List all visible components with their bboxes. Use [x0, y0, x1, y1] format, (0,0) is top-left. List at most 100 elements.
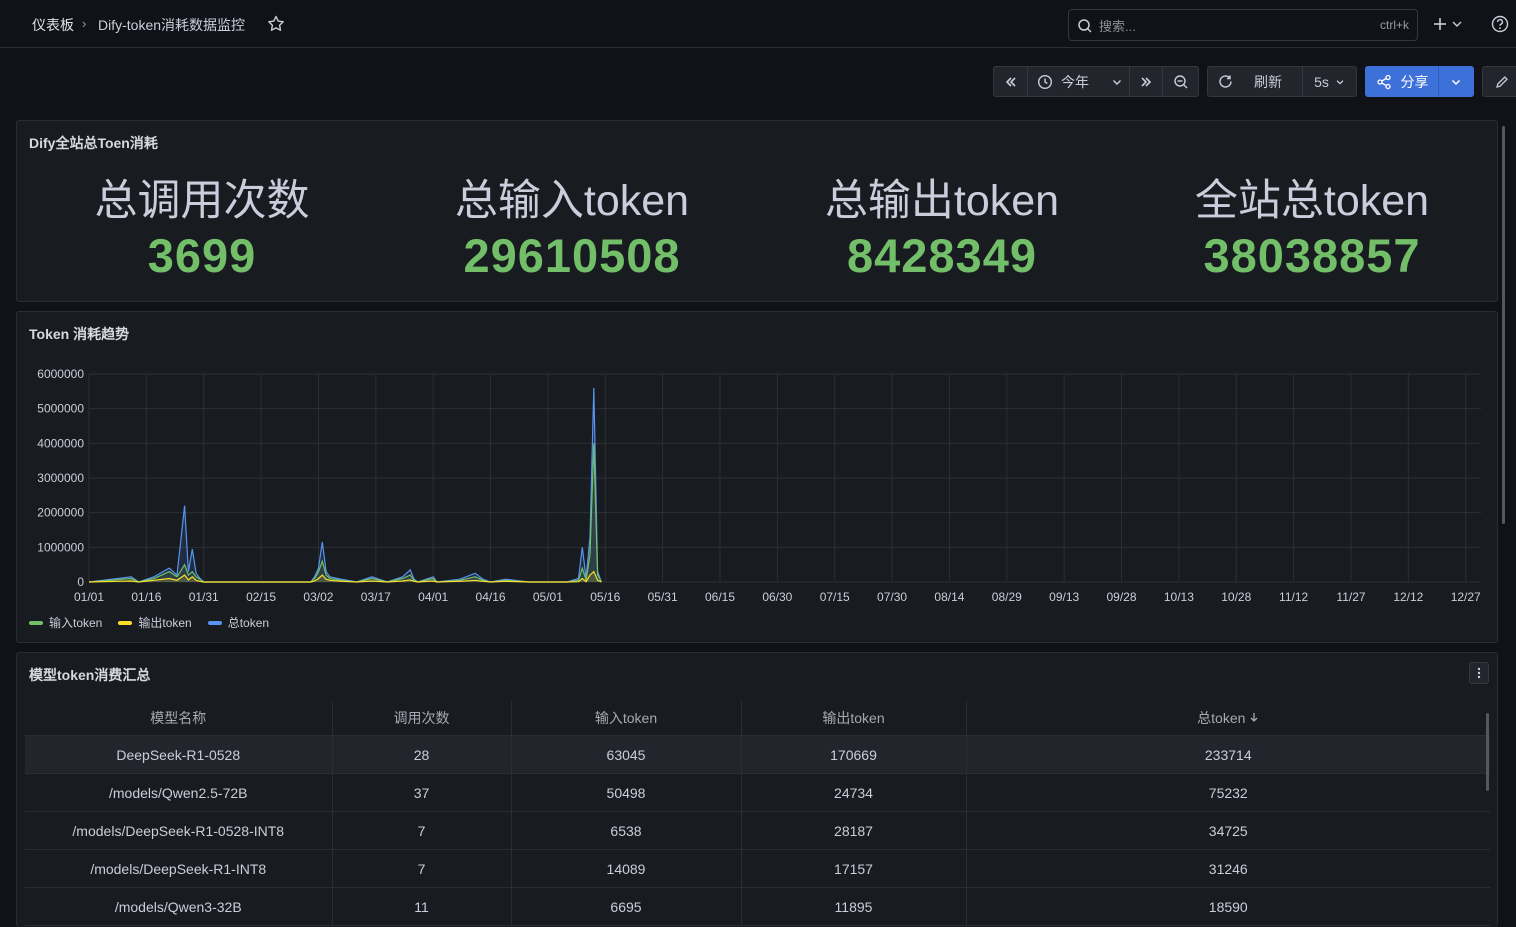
- table-cell: 6695: [511, 887, 742, 926]
- x-tick-label: 07/30: [877, 590, 907, 604]
- column-header[interactable]: 输出token: [741, 701, 967, 736]
- stat-value: 8428349: [847, 229, 1037, 282]
- legend-label: 输出token: [138, 616, 192, 630]
- refresh-label: 刷新: [1254, 73, 1282, 90]
- legend-item-input[interactable]: 输入token: [29, 614, 102, 631]
- table-cell: 28: [332, 735, 512, 774]
- table-cell: 17157: [741, 849, 967, 888]
- x-tick-label: 04/01: [418, 590, 448, 604]
- table-cell: 24734: [741, 773, 967, 812]
- table-row[interactable]: /models/Qwen3-32B 11 6695 11895 18590: [25, 887, 1490, 926]
- table-cell: 11895: [741, 887, 967, 926]
- model-token-table-panel: 模型token消费汇总 模型名称 调用次数 输入token 输出token 总t…: [16, 652, 1498, 927]
- x-tick-label: 08/29: [992, 590, 1022, 604]
- zoom-out-icon: [1173, 74, 1187, 88]
- star-icon[interactable]: [266, 14, 286, 34]
- series-line-total: [88, 387, 602, 583]
- x-tick-label: 03/02: [303, 590, 333, 604]
- x-tick-label: 06/15: [705, 590, 735, 604]
- x-tick-label: 10/28: [1221, 590, 1251, 604]
- breadcrumb-home[interactable]: 仪表板: [32, 15, 74, 35]
- time-range-label: 今年: [1061, 73, 1089, 90]
- series-line-total-area: [89, 387, 602, 582]
- search-input[interactable]: [1097, 14, 1351, 38]
- page-title: Dify-token消耗数据监控: [98, 17, 246, 33]
- x-tick-label: 11/27: [1336, 590, 1365, 604]
- stat-total-calls: 总调用次数 3699: [17, 175, 387, 285]
- table-cell: 6538: [511, 811, 742, 850]
- y-tick-label: 0: [77, 575, 84, 589]
- x-tick-label: 09/13: [1049, 590, 1079, 604]
- x-tick-label: 10/13: [1164, 590, 1194, 604]
- time-shift-forward-button[interactable]: [1129, 66, 1163, 97]
- column-header-sorted[interactable]: 总token: [966, 701, 1490, 736]
- table-row[interactable]: /models/DeepSeek-R1-0528-INT8 7 6538 281…: [25, 811, 1490, 850]
- column-header[interactable]: 模型名称: [25, 701, 333, 736]
- x-tick-label: 04/16: [476, 590, 506, 604]
- zoom-out-button[interactable]: [1162, 66, 1199, 97]
- table-row[interactable]: DeepSeek-R1-0528 28 63045 170669 233714: [25, 735, 1490, 774]
- more-vertical-icon: [1477, 667, 1481, 679]
- clock-icon: [1037, 74, 1053, 89]
- page-scrollbar[interactable]: [1502, 126, 1505, 524]
- stat-value: 38038857: [1203, 229, 1421, 282]
- x-tick-label: 05/31: [648, 590, 678, 604]
- legend-swatch: [29, 620, 43, 625]
- x-tick-label: 11/12: [1279, 590, 1308, 604]
- legend-label: 输入token: [49, 616, 103, 630]
- breadcrumb-separator: ›: [82, 16, 87, 31]
- add-new-button[interactable]: [1426, 12, 1470, 36]
- refresh-interval-picker[interactable]: 5s: [1302, 66, 1357, 97]
- refresh-button[interactable]: 刷新: [1207, 66, 1303, 97]
- model-token-table: 模型名称 调用次数 输入token 输出token 总token DeepSee…: [25, 701, 1490, 926]
- stat-total-output-token: 总输出token 8428349: [757, 175, 1127, 285]
- table-scrollbar[interactable]: [1486, 713, 1489, 791]
- table-cell: /models/DeepSeek-R1-0528-INT8: [25, 811, 333, 850]
- legend-label: 总token: [227, 616, 270, 630]
- search-box[interactable]: ctrl+k: [1068, 9, 1418, 41]
- table-cell: 63045: [511, 735, 742, 774]
- table-cell: 170669: [741, 735, 967, 774]
- stat-value: 29610508: [463, 229, 681, 282]
- share-dropdown-button[interactable]: [1438, 66, 1474, 97]
- table-row[interactable]: /models/Qwen2.5-72B 37 50498 24734 75232: [25, 773, 1490, 812]
- column-header[interactable]: 输入token: [511, 701, 742, 736]
- time-shift-back-button[interactable]: [993, 66, 1028, 97]
- legend-item-total[interactable]: 总token: [207, 614, 270, 631]
- double-chevron-left-icon: [1005, 76, 1016, 87]
- x-tick-label: 05/16: [590, 590, 620, 604]
- table-header-row: 模型名称 调用次数 输入token 输出token 总token: [25, 701, 1490, 736]
- chevron-down-icon: [1451, 79, 1461, 85]
- y-tick-label: 3000000: [37, 471, 84, 485]
- legend-swatch: [207, 620, 222, 625]
- table-cell: 18590: [966, 887, 1490, 926]
- panel-title: 模型token消费汇总: [29, 667, 151, 683]
- summary-stat-panel: Dify全站总Toen消耗 总调用次数 3699 总输入token 296105…: [16, 120, 1498, 302]
- column-header[interactable]: 调用次数: [332, 701, 512, 736]
- refresh-icon: [1219, 75, 1232, 88]
- token-trend-chart[interactable]: 6000000 5000000 4000000 3000000 2000000 10000…: [17, 312, 1497, 612]
- chevron-down-icon: [1113, 79, 1121, 85]
- x-tick-label: 01/01: [74, 590, 104, 604]
- help-icon[interactable]: [1490, 14, 1510, 34]
- share-icon: [1376, 74, 1391, 89]
- stat-label: 总调用次数: [94, 177, 310, 225]
- x-tick-label: 12/27: [1451, 590, 1481, 604]
- table-cell: /models/Qwen2.5-72B: [25, 773, 333, 812]
- share-button[interactable]: 分享: [1365, 66, 1439, 97]
- x-tick-label: 07/15: [820, 590, 850, 604]
- table-cell: 11: [332, 887, 512, 926]
- arrow-down-icon: [1250, 713, 1258, 722]
- pencil-icon: [1496, 75, 1508, 88]
- panel-menu-button[interactable]: [1469, 662, 1489, 684]
- refresh-interval-label: 5s: [1314, 73, 1329, 90]
- table-row[interactable]: /models/DeepSeek-R1-INT8 7 14089 17157 3…: [25, 849, 1490, 888]
- legend-item-output[interactable]: 输出token: [118, 614, 192, 631]
- table-cell: 75232: [966, 773, 1490, 812]
- legend-swatch: [118, 620, 133, 625]
- y-tick-label: 6000000: [37, 367, 84, 381]
- edit-button[interactable]: [1482, 66, 1516, 97]
- table-cell: 28187: [741, 811, 967, 850]
- column-header-label: 总token: [1197, 710, 1246, 726]
- time-range-picker[interactable]: 今年: [1027, 66, 1130, 97]
